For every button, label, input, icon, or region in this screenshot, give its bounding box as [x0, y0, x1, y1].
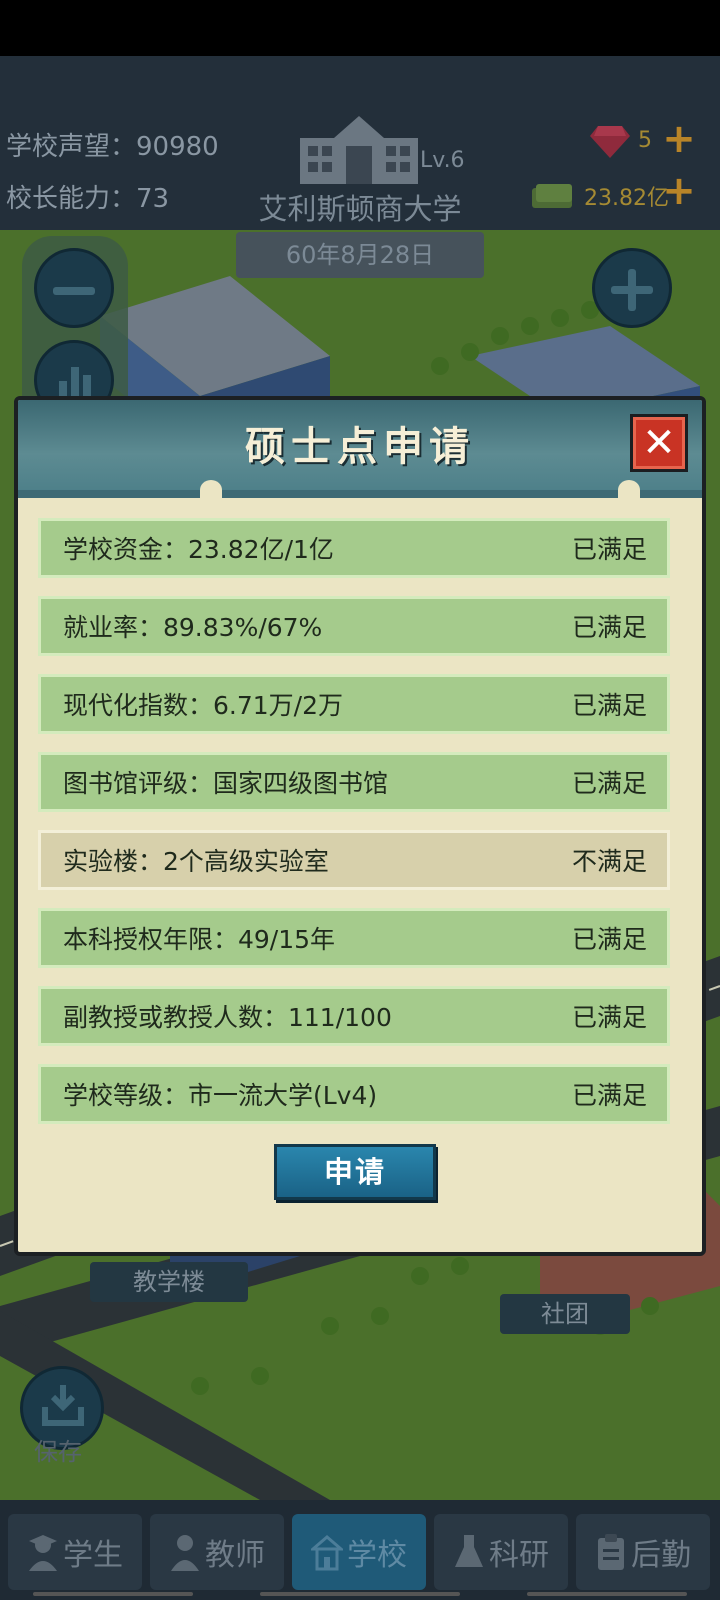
requirement-label: 本科授权年限：49/15年	[63, 925, 336, 954]
requirement-status: 已满足	[571, 691, 647, 720]
requirements-list: 学校资金：23.82亿/1亿 已满足 就业率：89.83%/67% 已满足 现代…	[38, 518, 686, 1142]
requirement-label: 图书馆评级：国家四级图书馆	[63, 769, 389, 798]
reputation-value: 90980	[136, 132, 219, 162]
requirement-status: 不满足	[571, 847, 647, 876]
minus-icon	[53, 287, 95, 295]
reputation-label: 学校声望：	[6, 132, 137, 162]
requirement-label: 现代化指数：6.71万/2万	[63, 691, 343, 720]
nav-logistics-label: 后勤	[631, 1538, 691, 1573]
requirement-label: 学校资金：23.82亿/1亿	[63, 535, 334, 564]
game-date: 60年8月28日	[236, 232, 484, 278]
requirement-status: 已满足	[571, 535, 647, 564]
nav-teachers[interactable]: 教师	[150, 1514, 284, 1590]
requirement-status: 已满足	[571, 613, 647, 642]
dialog-title: 硕士点申请	[245, 423, 475, 470]
close-x-icon: ✕	[642, 420, 676, 466]
school-building-icon	[300, 116, 418, 184]
nav-students[interactable]: 学生	[8, 1514, 142, 1590]
club-label[interactable]: 社团	[500, 1294, 630, 1334]
zoom-in-button[interactable]	[592, 248, 672, 328]
status-bar	[0, 0, 720, 56]
requirement-row: 副教授或教授人数：111/100 已满足	[38, 986, 670, 1046]
nav-logistics[interactable]: 后勤	[576, 1514, 710, 1590]
requirement-row: 就业率：89.83%/67% 已满足	[38, 596, 670, 656]
clipboard-icon	[598, 1534, 624, 1570]
teacher-icon	[171, 1535, 199, 1571]
student-icon	[29, 1535, 57, 1571]
nav-school-label: 学校	[347, 1538, 407, 1573]
nav-research-label: 科研	[489, 1538, 549, 1573]
requirement-status: 已满足	[571, 925, 647, 954]
requirement-row: 本科授权年限：49/15年 已满足	[38, 908, 670, 968]
download-icon	[42, 1385, 84, 1426]
apply-button[interactable]: 申请	[274, 1144, 436, 1200]
ability-stat: 校长能力：73	[6, 178, 169, 215]
requirement-status: 已满足	[571, 1003, 647, 1032]
requirement-label: 就业率：89.83%/67%	[63, 613, 323, 642]
add-gems-button[interactable]: +	[662, 119, 696, 159]
reputation-stat: 学校声望：90980	[6, 126, 219, 163]
flask-icon	[455, 1535, 483, 1567]
requirement-row: 图书馆评级：国家四级图书馆 已满足	[38, 752, 670, 812]
ability-value: 73	[136, 184, 170, 214]
nav-school[interactable]: 学校	[292, 1514, 426, 1590]
school-level: Lv.6	[420, 148, 465, 173]
money-amount: 23.82亿	[584, 186, 669, 211]
add-money-button[interactable]: +	[662, 171, 696, 211]
teaching-building-label[interactable]: 教学楼	[90, 1262, 248, 1302]
requirement-row: 现代化指数：6.71万/2万 已满足	[38, 674, 670, 734]
nav-teachers-label: 教师	[205, 1538, 265, 1573]
masters-application-dialog: 硕士点申请 ✕ 学校资金：23.82亿/1亿 已满足 就业率：89.83%/67…	[14, 396, 706, 1256]
requirement-status: 已满足	[571, 1081, 647, 1110]
requirement-row: 学校等级：市一流大学(Lv4) 已满足	[38, 1064, 670, 1124]
ability-label: 校长能力：	[6, 184, 137, 214]
money-icon	[532, 184, 572, 208]
requirement-row-unmet: 实验楼：2个高级实验室 不满足	[38, 830, 670, 890]
requirement-row: 学校资金：23.82亿/1亿 已满足	[38, 518, 670, 578]
gem-count: 5	[638, 128, 652, 153]
close-button[interactable]: ✕	[630, 414, 688, 472]
bar-chart-icon	[59, 367, 91, 401]
zoom-out-button[interactable]	[34, 248, 114, 328]
gem-icon	[590, 126, 630, 158]
nav-students-label: 学生	[63, 1538, 123, 1573]
bottom-nav: 学生 教师 学校 科研 后勤	[0, 1500, 720, 1600]
requirement-label: 学校等级：市一流大学(Lv4)	[63, 1081, 378, 1110]
save-label: 保存	[34, 1438, 82, 1466]
gesture-bar	[0, 1592, 720, 1600]
school-name: 艾利斯顿商大学	[258, 192, 462, 226]
school-icon	[311, 1535, 343, 1571]
requirement-status: 已满足	[571, 769, 647, 798]
requirement-label: 实验楼：2个高级实验室	[63, 847, 329, 876]
requirement-label: 副教授或教授人数：111/100	[63, 1003, 392, 1032]
nav-research[interactable]: 科研	[434, 1514, 568, 1590]
